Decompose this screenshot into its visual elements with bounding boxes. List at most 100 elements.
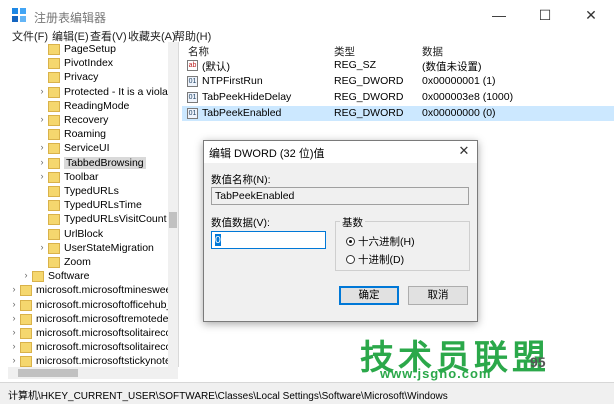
folder-icon — [20, 299, 32, 311]
tree-item[interactable]: Zoom — [8, 256, 178, 270]
folder-icon — [48, 100, 60, 112]
tree-item[interactable]: UrlBlock — [8, 228, 178, 242]
value-type: REG_SZ — [334, 59, 377, 71]
tree-item-label: Protected - It is a violati — [64, 85, 174, 98]
tree-item-label: UserStateMigration — [64, 241, 154, 254]
folder-icon — [20, 356, 32, 367]
registry-key-tree[interactable]: PageSetup PivotIndex Privacy › Protected - I… — [8, 42, 179, 367]
tree-item-label: Toolbar — [64, 170, 99, 183]
value-row[interactable]: 01 TabPeekEnabled REG_DWORD 0x00000000 (0) — [182, 106, 614, 121]
expand-arrow-icon[interactable]: › — [38, 157, 46, 167]
value-name: TabPeekEnabled — [202, 107, 282, 119]
tree-item-label: Recovery — [64, 114, 109, 126]
tree-item[interactable]: › ServiceUI — [8, 142, 178, 156]
expand-arrow-icon[interactable]: › — [10, 355, 18, 365]
tree-item[interactable]: TypedURLsTime — [8, 199, 178, 213]
window-title: 注册表编辑器 — [34, 11, 107, 25]
expand-arrow-icon[interactable]: › — [38, 171, 46, 181]
tree-horizontal-scrollbar[interactable] — [8, 367, 178, 379]
dword-value-icon: 01 — [187, 76, 198, 87]
tree-item[interactable]: › microsoft.microsoftsolitairecoll — [8, 327, 178, 341]
tree-item[interactable]: › microsoft.microsoftstickynotes_ — [8, 355, 178, 367]
column-type-header[interactable]: 类型 — [334, 44, 355, 59]
registry-editor-icon — [12, 8, 26, 22]
tree-item-label: microsoft.microsoftsolitairecoll — [36, 327, 177, 339]
value-name: (默认) — [202, 61, 230, 73]
dword-value-icon: 01 — [187, 108, 198, 119]
folder-icon — [48, 171, 60, 183]
cancel-button[interactable]: 取消 — [408, 286, 468, 305]
close-window-button[interactable]: ✕ — [568, 0, 614, 30]
minimize-button[interactable]: — — [476, 0, 522, 30]
expand-arrow-icon[interactable]: › — [10, 341, 18, 351]
tree-item[interactable]: › Software — [8, 270, 178, 284]
folder-icon — [48, 214, 60, 226]
decimal-radio[interactable] — [346, 255, 355, 264]
expand-arrow-icon[interactable]: › — [38, 86, 46, 96]
expand-arrow-icon[interactable]: › — [38, 114, 46, 124]
tree-item[interactable]: › UserStateMigration — [8, 242, 178, 256]
tree-item-label: Zoom — [64, 256, 91, 268]
ok-button[interactable]: 确定 — [339, 286, 399, 305]
tree-item-label: Software — [48, 270, 90, 283]
expand-arrow-icon[interactable]: › — [22, 270, 30, 280]
tree-item[interactable]: › microsoft.microsoftsolitairecoll — [8, 341, 178, 355]
menu-help[interactable]: 帮助(H) — [174, 28, 211, 44]
dword-value-icon: 01 — [187, 92, 198, 103]
column-name-header[interactable]: 名称 — [188, 44, 209, 59]
tree-item[interactable]: › microsoft.microsoftminesweep — [8, 284, 178, 298]
tree-item-label: ReadingMode — [64, 99, 130, 112]
scrollbar-thumb[interactable] — [169, 212, 177, 228]
tree-item-label: ServiceUI — [64, 142, 110, 155]
folder-icon — [20, 313, 32, 325]
expand-arrow-icon[interactable]: › — [38, 242, 46, 252]
value-type: REG_DWORD — [334, 91, 404, 103]
tree-item[interactable]: ReadingMode — [8, 100, 178, 114]
value-data: (数值未设置) — [422, 61, 482, 73]
dialog-close-icon[interactable]: ✕ — [454, 143, 474, 159]
value-data: 0x00000000 (0) — [422, 107, 496, 119]
folder-icon — [48, 44, 60, 55]
tree-item-label: microsoft.microsoftstickynotes_ — [36, 355, 179, 367]
expand-arrow-icon[interactable]: › — [10, 313, 18, 323]
value-row[interactable]: 01 NTPFirstRun REG_DWORD 0x00000001 (1) — [182, 74, 614, 89]
status-path: 计算机\HKEY_CURRENT_USER\SOFTWARE\Classes\L… — [8, 391, 448, 402]
tree-item[interactable]: PivotIndex — [8, 57, 178, 71]
watermark: 技术员联盟 www.jsgho.com 95 — [360, 330, 610, 381]
tree-item[interactable]: Roaming — [8, 128, 178, 142]
tree-item[interactable]: › TabbedBrowsing — [8, 156, 178, 171]
tree-item-label: PivotIndex — [64, 57, 114, 70]
tree-item-label: microsoft.microsoftofficehub_8 — [36, 298, 179, 311]
hex-radio-label[interactable]: 十六进制(H) — [358, 234, 415, 249]
expand-arrow-icon[interactable]: › — [10, 299, 18, 309]
folder-icon — [32, 271, 44, 283]
folder-icon — [48, 242, 60, 254]
value-row[interactable]: 01 TabPeekHideDelay REG_DWORD 0x000003e8 (1… — [182, 90, 614, 105]
folder-icon — [48, 86, 60, 98]
tree-item-label: TabbedBrowsing — [64, 156, 146, 169]
tree-item[interactable]: TypedURLs — [8, 185, 178, 199]
string-value-icon: ab — [187, 60, 198, 71]
expand-arrow-icon[interactable]: › — [10, 327, 18, 337]
hex-radio[interactable] — [346, 237, 355, 246]
tree-item[interactable]: › Protected - It is a violati — [8, 86, 178, 100]
column-data-header[interactable]: 数据 — [422, 44, 443, 59]
tree-item[interactable]: TypedURLsVisitCount — [8, 213, 178, 227]
expand-arrow-icon[interactable]: › — [10, 284, 18, 294]
tree-item[interactable]: › microsoft.microsoftremotedesl — [8, 313, 178, 327]
tree-item[interactable]: Privacy — [8, 71, 178, 85]
scrollbar-thumb[interactable] — [18, 369, 78, 377]
tree-vertical-scrollbar[interactable] — [168, 42, 178, 367]
tree-item[interactable]: › microsoft.microsoftofficehub_8 — [8, 299, 178, 313]
value-data-input[interactable]: 0 — [211, 231, 326, 249]
folder-icon — [20, 285, 32, 297]
title-bar: 注册表编辑器 — ☐ ✕ — [0, 0, 614, 30]
maximize-button[interactable]: ☐ — [522, 0, 568, 30]
decimal-radio-label[interactable]: 十进制(D) — [358, 252, 404, 267]
expand-arrow-icon[interactable]: › — [38, 142, 46, 152]
value-row[interactable]: ab (默认) REG_SZ (数值未设置) — [182, 58, 614, 73]
folder-icon — [48, 157, 60, 169]
tree-item[interactable]: › Toolbar — [8, 171, 178, 185]
tree-item[interactable]: › Recovery — [8, 114, 178, 128]
tree-item[interactable]: PageSetup — [8, 43, 178, 57]
